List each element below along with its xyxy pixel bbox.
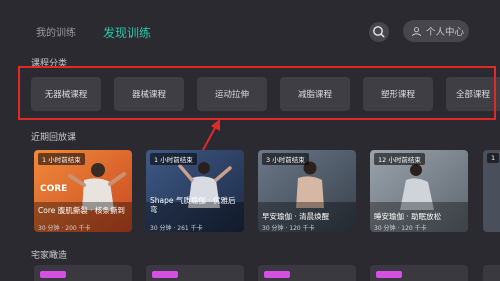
home-title: 宅家瞰造 xyxy=(31,251,68,261)
categories-title: 课程分类 xyxy=(31,59,68,69)
home-card[interactable] xyxy=(258,265,356,281)
replay-card-partial[interactable]: 1 xyxy=(483,150,500,232)
card-badge xyxy=(376,271,402,278)
card-brand: CORE xyxy=(40,184,68,194)
replay-card[interactable]: CORE 1 小时前结束 Core 腹肌撕裂 · 核条撕到 30 分钟 · 20… xyxy=(34,150,132,232)
card-badge xyxy=(40,271,66,278)
card-badge: 1 小时前结束 xyxy=(150,153,197,165)
replay-card[interactable]: 12 小时前结束 睡安瑜伽 · 助眠放松 30 分钟 · 120 千卡 xyxy=(370,150,468,232)
tab-discover-training[interactable]: 发现训练 xyxy=(103,24,151,41)
category-equipment[interactable]: 器械课程 xyxy=(114,77,184,111)
search-icon xyxy=(373,26,385,38)
card-meta: 30 分钟 · 261 千卡 xyxy=(150,225,203,232)
search-button[interactable] xyxy=(369,22,389,42)
user-center-label: 个人中心 xyxy=(426,27,465,38)
category-body-shaping[interactable]: 塑形课程 xyxy=(363,77,433,111)
home-card[interactable] xyxy=(146,265,244,281)
recent-title: 近期回放课 xyxy=(31,133,77,143)
card-meta: 30 分钟 · 120 千卡 xyxy=(262,225,315,232)
card-badge: 12 小时前结束 xyxy=(374,153,425,165)
card-meta: 30 分钟 · 200 千卡 xyxy=(38,225,91,232)
card-title: Core 腹肌撕裂 · 核条撕到 xyxy=(38,206,125,215)
card-title: 早安瑜伽 · 清晨焕醒 xyxy=(262,212,330,221)
category-stretching[interactable]: 运动拉伸 xyxy=(197,77,267,111)
card-title: 睡安瑜伽 · 助眠放松 xyxy=(374,212,442,221)
category-no-equipment[interactable]: 无器械课程 xyxy=(31,77,101,111)
card-badge xyxy=(264,271,290,278)
home-card[interactable] xyxy=(370,265,468,281)
user-icon xyxy=(411,26,422,36)
user-center-button[interactable]: 个人中心 xyxy=(403,20,469,42)
category-all[interactable]: 全部课程 xyxy=(446,77,500,111)
card-badge: 3 小时前结束 xyxy=(262,153,309,165)
home-card[interactable] xyxy=(34,265,132,281)
card-title: Shape 气质瑜伽 · 优雅后弯 xyxy=(150,196,236,214)
tab-my-training[interactable]: 我的训练 xyxy=(36,24,76,39)
home-card-partial[interactable] xyxy=(483,265,500,281)
category-fat-loss[interactable]: 减脂课程 xyxy=(280,77,350,111)
card-meta: 30 分钟 · 120 千卡 xyxy=(374,225,427,232)
card-badge: 1 xyxy=(487,153,500,163)
card-badge xyxy=(152,271,178,278)
card-badge: 1 小时前结束 xyxy=(38,153,85,165)
replay-card[interactable]: 3 小时前结束 早安瑜伽 · 清晨焕醒 30 分钟 · 120 千卡 xyxy=(258,150,356,232)
replay-card[interactable]: 1 小时前结束 Shape 气质瑜伽 · 优雅后弯 30 分钟 · 261 千卡 xyxy=(146,150,244,232)
